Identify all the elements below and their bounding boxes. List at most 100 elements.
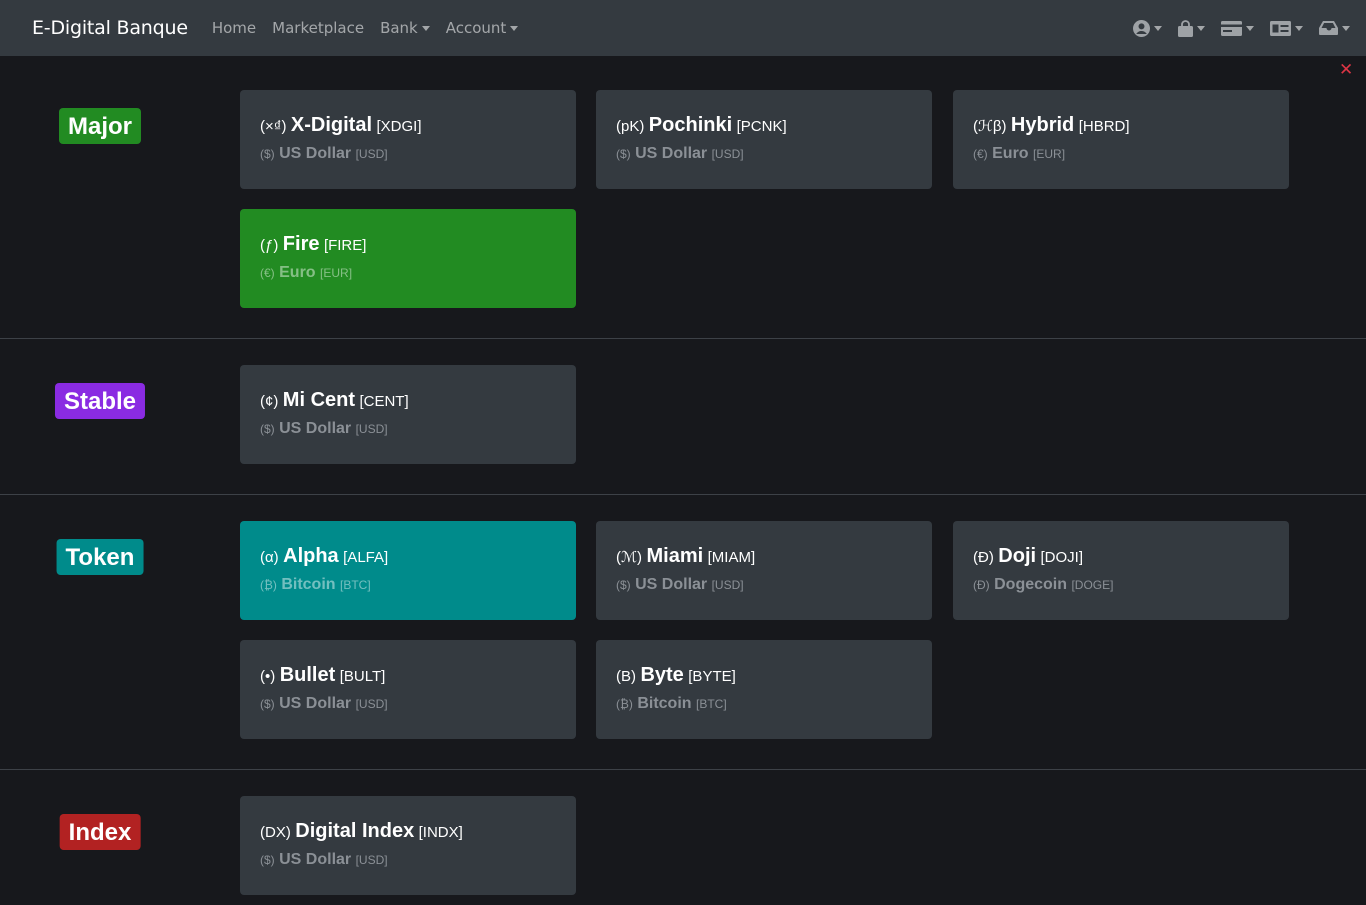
card-title: (Đ) Doji [DOJI] [973, 545, 1269, 569]
card-title: (•) Bullet [BULT] [260, 664, 556, 688]
badge-token: Token [56, 539, 144, 575]
coin-card-mi-cent[interactable]: (¢) Mi Cent [CENT] ($) US Dollar [USD] [240, 365, 576, 464]
coin-name: Hybrid [1010, 114, 1075, 136]
base-code: [USD] [355, 853, 388, 867]
coin-code: [BYTE] [688, 668, 736, 685]
base-code: [USD] [355, 697, 388, 711]
coin-card-doji[interactable]: (Đ) Doji [DOJI] (Đ) Dogecoin [DOGE] [953, 521, 1289, 620]
chevron-down-icon [421, 25, 430, 31]
base-code: [USD] [711, 578, 744, 592]
base-name: US Dollar [279, 695, 352, 712]
section-major: Major (×₫) X-Digital [XDGI] ($) US Dolla… [0, 56, 1366, 339]
base-name: US Dollar [635, 145, 708, 162]
base-name: Euro [279, 264, 316, 281]
coin-code: [PCNK] [736, 118, 787, 135]
shopping-bag-icon [1178, 19, 1193, 37]
chevron-down-icon [1295, 25, 1303, 31]
chevron-down-icon [510, 25, 519, 31]
coin-name: Digital Index [295, 820, 415, 842]
nav-links: Home Marketplace Bank Account [212, 19, 534, 37]
user-circle-icon [1133, 19, 1150, 37]
base-name: US Dollar [279, 145, 352, 162]
inbox-menu-button[interactable] [1319, 21, 1350, 35]
coin-code: [MIAM] [707, 549, 756, 566]
shop-menu-button[interactable] [1178, 19, 1205, 37]
base-name: Euro [992, 145, 1029, 162]
card-base-currency: (₿) Bitcoin [BTC] [616, 695, 912, 713]
coin-card-alpha[interactable]: (α) Alpha [ALFA] (₿) Bitcoin [BTC] [240, 521, 576, 620]
base-name: US Dollar [635, 576, 708, 593]
base-symbol: (€) [973, 147, 988, 161]
badge-stable: Stable [54, 383, 146, 419]
inbox-icon [1319, 21, 1338, 35]
nav-icon-group [1117, 19, 1350, 37]
base-code: [USD] [355, 147, 388, 161]
base-symbol: (₿) [616, 697, 633, 711]
card-title: (B) Byte [BYTE] [616, 664, 912, 688]
card-title: (¢) Mi Cent [CENT] [260, 389, 556, 413]
chevron-down-icon [1154, 25, 1162, 31]
base-name: Bitcoin [281, 576, 336, 593]
card-base-currency: (€) Euro [EUR] [973, 145, 1269, 163]
base-name: Dogecoin [994, 576, 1068, 593]
badge-index: Index [59, 814, 141, 850]
base-symbol: ($) [616, 147, 631, 161]
chevron-down-icon [1197, 25, 1205, 31]
coin-name: Fire [282, 233, 320, 255]
nav-marketplace-link[interactable]: Marketplace [272, 19, 364, 37]
coin-card-miami[interactable]: (ℳ) Miami [MIAM] ($) US Dollar [USD] [596, 521, 932, 620]
card-base-currency: ($) US Dollar [USD] [260, 420, 556, 438]
coin-code: [DOJI] [1040, 549, 1084, 566]
badge-major: Major [58, 108, 142, 144]
coin-card-pochinki[interactable]: (pK) Pochinki [PCNK] ($) US Dollar [USD] [596, 90, 932, 189]
coin-name: Pochinki [648, 114, 733, 136]
nav-home-link[interactable]: Home [212, 19, 256, 37]
coin-card-bullet[interactable]: (•) Bullet [BULT] ($) US Dollar [USD] [240, 640, 576, 739]
card-base-currency: ($) US Dollar [USD] [616, 576, 912, 594]
coin-code: [HBRD] [1078, 118, 1130, 135]
base-symbol: (€) [260, 266, 275, 280]
cards-menu-button[interactable] [1221, 20, 1254, 36]
card-base-currency: ($) US Dollar [USD] [260, 145, 556, 163]
coin-symbol: (Đ) [973, 549, 994, 566]
coin-symbol: (ℋβ) [973, 118, 1007, 135]
money-menu-button[interactable] [1270, 20, 1303, 36]
section-token: Token (α) Alpha [ALFA] (₿) Bitcoin [BTC]… [0, 495, 1366, 770]
base-symbol: (₿) [260, 578, 277, 592]
base-code: [EUR] [320, 266, 353, 280]
coin-card-fire[interactable]: (ƒ) Fire [FIRE] (€) Euro [EUR] [240, 209, 576, 308]
base-symbol: ($) [616, 578, 631, 592]
coin-name: X-Digital [290, 114, 373, 136]
coin-name: Alpha [283, 545, 339, 567]
card-title: (α) Alpha [ALFA] [260, 545, 556, 569]
coin-card-byte[interactable]: (B) Byte [BYTE] (₿) Bitcoin [BTC] [596, 640, 932, 739]
brand-logo[interactable]: E-Digital Banque [32, 17, 188, 39]
nav-account-dropdown[interactable]: Account [446, 19, 519, 37]
base-code: [USD] [711, 147, 744, 161]
coin-card-x-digital[interactable]: (×₫) X-Digital [XDGI] ($) US Dollar [USD… [240, 90, 576, 189]
coin-symbol: (¢) [260, 393, 279, 410]
coin-code: [BULT] [339, 668, 386, 685]
coin-symbol: (B) [616, 668, 636, 685]
card-title: (ℳ) Miami [MIAM] [616, 545, 912, 569]
card-title: (pK) Pochinki [PCNK] [616, 114, 912, 138]
coin-symbol: (pK) [616, 118, 645, 135]
money-bill-icon [1270, 20, 1291, 36]
card-base-currency: (€) Euro [EUR] [260, 264, 556, 282]
coin-card-hybrid[interactable]: (ℋβ) Hybrid [HBRD] (€) Euro [EUR] [953, 90, 1289, 189]
nav-bank-dropdown[interactable]: Bank [380, 19, 430, 37]
card-base-currency: ($) US Dollar [USD] [260, 695, 556, 713]
card-base-currency: (Đ) Dogecoin [DOGE] [973, 576, 1269, 594]
section-index: Index (DX) Digital Index [INDX] ($) US D… [0, 770, 1366, 905]
base-symbol: ($) [260, 697, 275, 711]
coin-name: Mi Cent [282, 389, 356, 411]
credit-card-icon [1221, 20, 1242, 36]
coin-name: Bullet [279, 664, 336, 686]
base-code: [BTC] [696, 697, 727, 711]
coin-card-digital-index[interactable]: (DX) Digital Index [INDX] ($) US Dollar … [240, 796, 576, 895]
user-menu-button[interactable] [1133, 19, 1162, 37]
base-name: US Dollar [279, 851, 352, 868]
nav-marketplace-label: Marketplace [272, 19, 365, 37]
card-title: (×₫) X-Digital [XDGI] [260, 114, 556, 138]
base-code: [EUR] [1033, 147, 1066, 161]
